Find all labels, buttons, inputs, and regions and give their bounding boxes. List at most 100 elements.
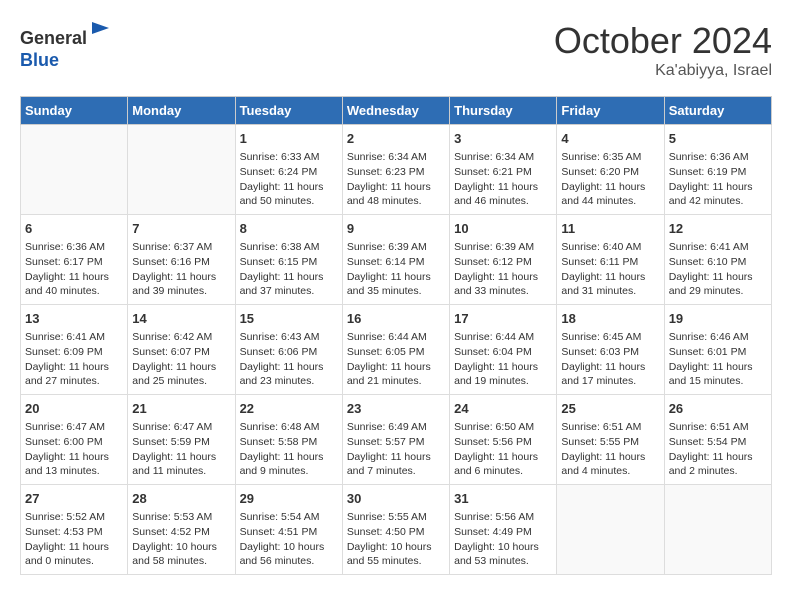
calendar-cell: 7 Sunrise: 6:37 AM Sunset: 6:16 PM Daylig… <box>128 215 235 305</box>
day-info: Sunrise: 6:50 AM Sunset: 5:56 PM Dayligh… <box>454 420 552 479</box>
calendar-cell: 9 Sunrise: 6:39 AM Sunset: 6:14 PM Daylig… <box>342 215 449 305</box>
calendar-cell: 19 Sunrise: 6:46 AM Sunset: 6:01 PM Dayli… <box>664 305 771 395</box>
day-info: Sunrise: 5:53 AM Sunset: 4:52 PM Dayligh… <box>132 510 230 569</box>
month-title: October 2024 <box>554 20 772 62</box>
calendar-cell: 23 Sunrise: 6:49 AM Sunset: 5:57 PM Dayli… <box>342 395 449 485</box>
day-info: Sunrise: 6:42 AM Sunset: 6:07 PM Dayligh… <box>132 330 230 389</box>
calendar-cell <box>21 125 128 215</box>
calendar-week-row: 13 Sunrise: 6:41 AM Sunset: 6:09 PM Dayli… <box>21 305 772 395</box>
calendar-cell: 28Sunrise: 5:53 AM Sunset: 4:52 PM Dayli… <box>128 485 235 575</box>
weekday-header-monday: Monday <box>128 97 235 125</box>
weekday-header-tuesday: Tuesday <box>235 97 342 125</box>
weekday-header-friday: Friday <box>557 97 664 125</box>
calendar-cell: 25Sunrise: 6:51 AM Sunset: 5:55 PM Dayli… <box>557 395 664 485</box>
calendar-cell: 4Sunrise: 6:35 AM Sunset: 6:20 PM Daylig… <box>557 125 664 215</box>
day-number: 23 <box>347 400 445 418</box>
calendar-week-row: 1 Sunrise: 6:33 AM Sunset: 6:24 PM Daylig… <box>21 125 772 215</box>
day-number: 9 <box>347 220 445 238</box>
calendar-cell: 5 Sunrise: 6:36 AM Sunset: 6:19 PM Daylig… <box>664 125 771 215</box>
calendar-cell: 1 Sunrise: 6:33 AM Sunset: 6:24 PM Daylig… <box>235 125 342 215</box>
calendar-cell: 14Sunrise: 6:42 AM Sunset: 6:07 PM Dayli… <box>128 305 235 395</box>
weekday-header-wednesday: Wednesday <box>342 97 449 125</box>
logo-flag-icon <box>89 20 113 44</box>
day-info: Sunrise: 6:44 AM Sunset: 6:04 PM Dayligh… <box>454 330 552 389</box>
logo-blue: Blue <box>20 50 59 70</box>
day-number: 1 <box>240 130 338 148</box>
day-number: 5 <box>669 130 767 148</box>
day-info: Sunrise: 6:47 AM Sunset: 6:00 PM Dayligh… <box>25 420 123 479</box>
logo: General Blue <box>20 20 113 71</box>
calendar-cell: 20Sunrise: 6:47 AM Sunset: 6:00 PM Dayli… <box>21 395 128 485</box>
day-number: 19 <box>669 310 767 328</box>
day-info: Sunrise: 6:36 AM Sunset: 6:19 PM Dayligh… <box>669 150 767 209</box>
day-info: Sunrise: 6:38 AM Sunset: 6:15 PM Dayligh… <box>240 240 338 299</box>
day-info: Sunrise: 6:37 AM Sunset: 6:16 PM Dayligh… <box>132 240 230 299</box>
day-info: Sunrise: 6:47 AM Sunset: 5:59 PM Dayligh… <box>132 420 230 479</box>
day-number: 30 <box>347 490 445 508</box>
day-number: 13 <box>25 310 123 328</box>
day-info: Sunrise: 6:45 AM Sunset: 6:03 PM Dayligh… <box>561 330 659 389</box>
title-block: October 2024 Ka'abiyya, Israel <box>554 20 772 80</box>
calendar-cell: 31 Sunrise: 5:56 AM Sunset: 4:49 PM Dayli… <box>450 485 557 575</box>
calendar-cell: 13 Sunrise: 6:41 AM Sunset: 6:09 PM Dayli… <box>21 305 128 395</box>
day-info: Sunrise: 6:40 AM Sunset: 6:11 PM Dayligh… <box>561 240 659 299</box>
calendar-cell: 2Sunrise: 6:34 AM Sunset: 6:23 PM Daylig… <box>342 125 449 215</box>
weekday-header-thursday: Thursday <box>450 97 557 125</box>
day-info: Sunrise: 6:34 AM Sunset: 6:21 PM Dayligh… <box>454 150 552 209</box>
day-info: Sunrise: 6:35 AM Sunset: 6:20 PM Dayligh… <box>561 150 659 209</box>
day-info: Sunrise: 6:33 AM Sunset: 6:24 PM Dayligh… <box>240 150 338 209</box>
day-info: Sunrise: 6:39 AM Sunset: 6:12 PM Dayligh… <box>454 240 552 299</box>
day-number: 24 <box>454 400 552 418</box>
calendar-cell <box>664 485 771 575</box>
day-info: Sunrise: 6:41 AM Sunset: 6:09 PM Dayligh… <box>25 330 123 389</box>
calendar-cell: 17 Sunrise: 6:44 AM Sunset: 6:04 PM Dayli… <box>450 305 557 395</box>
day-info: Sunrise: 6:44 AM Sunset: 6:05 PM Dayligh… <box>347 330 445 389</box>
calendar-cell: 8 Sunrise: 6:38 AM Sunset: 6:15 PM Daylig… <box>235 215 342 305</box>
calendar-cell: 12 Sunrise: 6:41 AM Sunset: 6:10 PM Dayli… <box>664 215 771 305</box>
calendar-header-row: SundayMondayTuesdayWednesdayThursdayFrid… <box>21 97 772 125</box>
day-info: Sunrise: 5:54 AM Sunset: 4:51 PM Dayligh… <box>240 510 338 569</box>
day-number: 2 <box>347 130 445 148</box>
calendar-cell: 22Sunrise: 6:48 AM Sunset: 5:58 PM Dayli… <box>235 395 342 485</box>
day-number: 26 <box>669 400 767 418</box>
day-number: 15 <box>240 310 338 328</box>
calendar-week-row: 6Sunrise: 6:36 AM Sunset: 6:17 PM Daylig… <box>21 215 772 305</box>
day-number: 18 <box>561 310 659 328</box>
calendar-cell: 11 Sunrise: 6:40 AM Sunset: 6:11 PM Dayli… <box>557 215 664 305</box>
day-info: Sunrise: 6:46 AM Sunset: 6:01 PM Dayligh… <box>669 330 767 389</box>
weekday-header-sunday: Sunday <box>21 97 128 125</box>
day-number: 17 <box>454 310 552 328</box>
calendar-cell: 6Sunrise: 6:36 AM Sunset: 6:17 PM Daylig… <box>21 215 128 305</box>
day-info: Sunrise: 6:41 AM Sunset: 6:10 PM Dayligh… <box>669 240 767 299</box>
calendar-cell: 29Sunrise: 5:54 AM Sunset: 4:51 PM Dayli… <box>235 485 342 575</box>
day-info: Sunrise: 6:51 AM Sunset: 5:54 PM Dayligh… <box>669 420 767 479</box>
day-number: 8 <box>240 220 338 238</box>
calendar-cell: 21Sunrise: 6:47 AM Sunset: 5:59 PM Dayli… <box>128 395 235 485</box>
day-number: 27 <box>25 490 123 508</box>
calendar-cell: 16 Sunrise: 6:44 AM Sunset: 6:05 PM Dayli… <box>342 305 449 395</box>
calendar-cell <box>557 485 664 575</box>
calendar-cell: 3 Sunrise: 6:34 AM Sunset: 6:21 PM Daylig… <box>450 125 557 215</box>
day-info: Sunrise: 5:55 AM Sunset: 4:50 PM Dayligh… <box>347 510 445 569</box>
day-info: Sunrise: 6:48 AM Sunset: 5:58 PM Dayligh… <box>240 420 338 479</box>
day-number: 6 <box>25 220 123 238</box>
day-number: 16 <box>347 310 445 328</box>
day-number: 12 <box>669 220 767 238</box>
day-number: 10 <box>454 220 552 238</box>
logo-general: General <box>20 28 87 48</box>
calendar-week-row: 20Sunrise: 6:47 AM Sunset: 6:00 PM Dayli… <box>21 395 772 485</box>
calendar-week-row: 27Sunrise: 5:52 AM Sunset: 4:53 PM Dayli… <box>21 485 772 575</box>
day-info: Sunrise: 5:56 AM Sunset: 4:49 PM Dayligh… <box>454 510 552 569</box>
day-info: Sunrise: 6:43 AM Sunset: 6:06 PM Dayligh… <box>240 330 338 389</box>
day-info: Sunrise: 6:49 AM Sunset: 5:57 PM Dayligh… <box>347 420 445 479</box>
calendar-cell: 30 Sunrise: 5:55 AM Sunset: 4:50 PM Dayli… <box>342 485 449 575</box>
day-number: 3 <box>454 130 552 148</box>
day-info: Sunrise: 6:39 AM Sunset: 6:14 PM Dayligh… <box>347 240 445 299</box>
calendar-cell: 10 Sunrise: 6:39 AM Sunset: 6:12 PM Dayli… <box>450 215 557 305</box>
day-number: 31 <box>454 490 552 508</box>
calendar-table: SundayMondayTuesdayWednesdayThursdayFrid… <box>20 96 772 575</box>
weekday-header-saturday: Saturday <box>664 97 771 125</box>
day-number: 25 <box>561 400 659 418</box>
day-number: 11 <box>561 220 659 238</box>
day-number: 7 <box>132 220 230 238</box>
